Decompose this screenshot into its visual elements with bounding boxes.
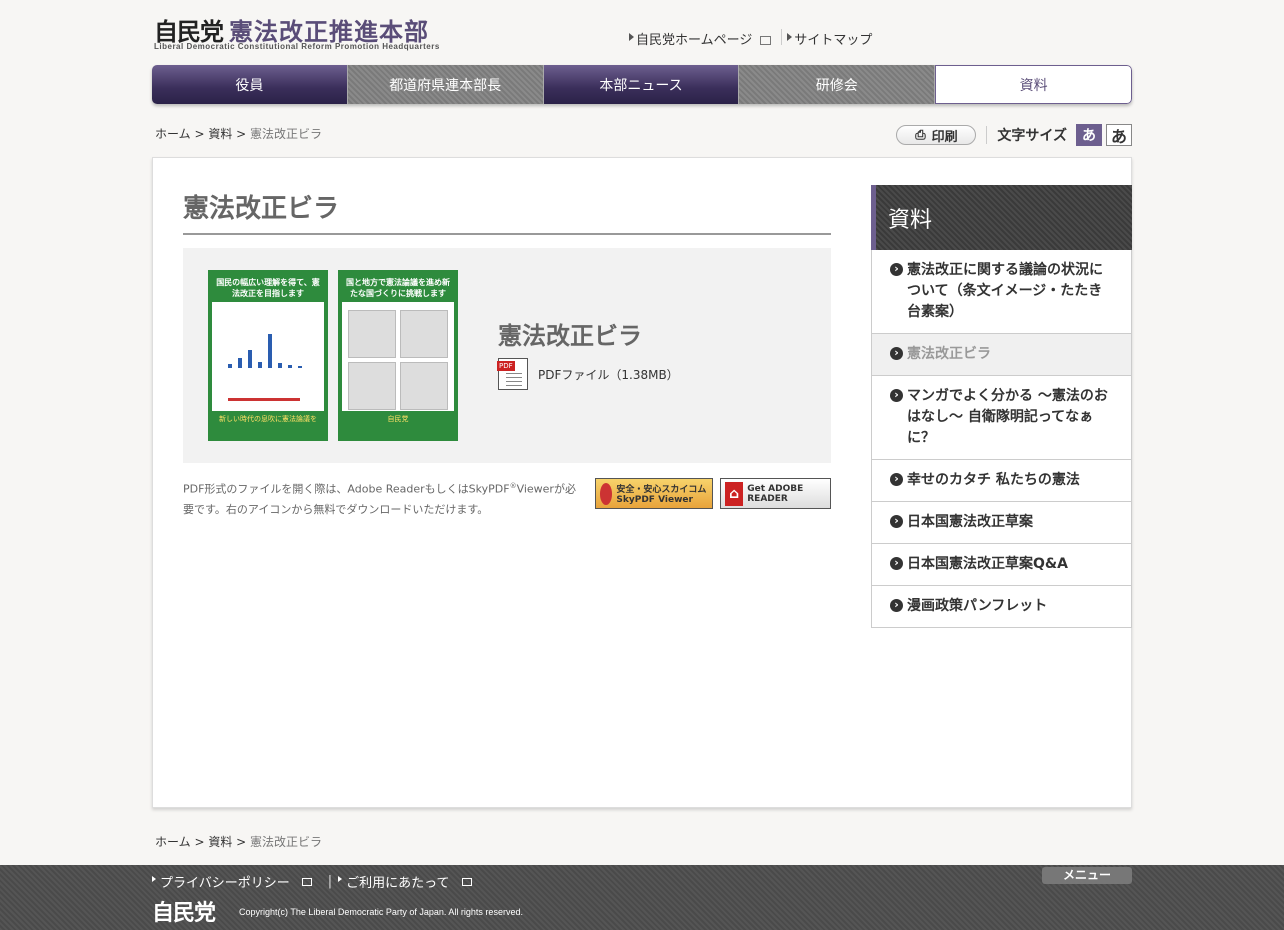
- nav-officers[interactable]: 役員: [152, 65, 348, 104]
- window-icon: [461, 877, 472, 886]
- divider: [986, 126, 988, 144]
- document-title: 憲法改正ビラ: [498, 322, 642, 350]
- pdf-download-link[interactable]: PDF PDFファイル（1.38MB）: [497, 358, 679, 390]
- print-button[interactable]: ⎙ 印刷: [896, 125, 977, 145]
- ldp-home-link[interactable]: 自民党ホームページ: [628, 29, 777, 48]
- breadcrumb-materials[interactable]: 資料: [208, 835, 232, 849]
- pdf-file-icon: PDF: [497, 358, 528, 390]
- breadcrumb-home[interactable]: ホーム: [155, 835, 191, 849]
- sidebar-item-manga-pamphlet[interactable]: 漫画政策パンフレット: [871, 586, 1132, 628]
- nav-training[interactable]: 研修会: [739, 65, 936, 104]
- sidebar-title: 資料: [871, 185, 1132, 250]
- content-box: 憲法改正ビラ 国民の幅広い理解を得て、憲法改正を目指します 新しい時代の息吹に憲…: [152, 157, 1132, 808]
- footer-links: プライバシーポリシー | ご利用にあたって: [152, 872, 482, 891]
- flyer-thumbnail-2[interactable]: 国と地方で憲法論議を進め新たな国づくりに挑戦します 自民党: [338, 270, 458, 441]
- privacy-policy-link[interactable]: プライバシーポリシー: [152, 872, 290, 891]
- nav-materials[interactable]: 資料: [935, 65, 1132, 104]
- footer: プライバシーポリシー | ご利用にあたって 自民党 Copyright(c) T…: [0, 865, 1284, 930]
- page-tools: ⎙ 印刷 文字サイズ あ あ: [896, 124, 1132, 146]
- font-size-small-button[interactable]: あ: [1076, 124, 1102, 146]
- document-panel: 国民の幅広い理解を得て、憲法改正を目指します 新しい時代の息吹に憲法論議を 国と…: [183, 248, 831, 463]
- skypdf-viewer-download-button[interactable]: 安全・安心スカイコム SkyPDF Viewer: [595, 478, 713, 509]
- sitemap-link[interactable]: サイトマップ: [786, 29, 878, 48]
- footer-logo[interactable]: 自民党: [152, 895, 216, 927]
- font-size-large-button[interactable]: あ: [1106, 124, 1132, 146]
- nav-prefecture-heads[interactable]: 都道府県連本部長: [347, 65, 544, 104]
- external-window-icon: [760, 36, 772, 45]
- sidebar-item-draft-qa[interactable]: 日本国憲法改正草案Q&A: [871, 544, 1132, 586]
- sidebar-item-flyer[interactable]: 憲法改正ビラ: [871, 334, 1132, 376]
- breadcrumb-current: 憲法改正ビラ: [250, 835, 323, 849]
- red-band: [228, 398, 300, 401]
- reader-note: PDF形式のファイルを開く際は、Adobe ReaderもしくはSkyPDF®V…: [183, 482, 576, 516]
- global-nav: 役員 都道府県連本部長 本部ニュース 研修会 資料: [152, 65, 1132, 104]
- pdf-label: PDFファイル（1.38MB）: [538, 367, 679, 382]
- skypdf-icon: [600, 482, 613, 505]
- breadcrumb-current: 憲法改正ビラ: [250, 127, 323, 141]
- terms-of-use-link[interactable]: ご利用にあたって: [338, 872, 450, 891]
- adobe-reader-download-button[interactable]: ⌂ Get ADOBE READER: [720, 478, 831, 509]
- copyright: Copyright(c) The Liberal Democratic Part…: [239, 907, 523, 917]
- sidebar-item-draft-amendment[interactable]: 日本国憲法改正草案: [871, 502, 1132, 544]
- font-size-label: 文字サイズ: [997, 128, 1067, 144]
- top-links: 自民党ホームページ サイトマップ: [628, 29, 878, 48]
- sidebar-item-shape-of-happiness[interactable]: 幸せのカタチ 私たちの憲法: [871, 460, 1132, 502]
- sidebar-item-manga-jsdf[interactable]: マンガでよく分かる ～憲法のおはなし～ 自衛隊明記ってなぁに？: [871, 376, 1132, 460]
- sidebar-item-constitution-discussion[interactable]: 憲法改正に関する議論の状況について（条文イメージ・たたき台素案）: [871, 250, 1132, 334]
- divider: [781, 29, 783, 45]
- menu-button[interactable]: メニュー: [1042, 867, 1132, 884]
- breadcrumb-bottom: ホーム > 資料 > 憲法改正ビラ: [155, 835, 323, 849]
- header: 自民党 憲法改正推進本部 Liberal Democratic Constitut…: [152, 0, 1132, 60]
- photo-grid: [348, 310, 448, 410]
- page-title: 憲法改正ビラ: [183, 188, 831, 235]
- site-logo[interactable]: 自民党 憲法改正推進本部 Liberal Democratic Constitut…: [154, 12, 439, 51]
- bar-graphic: [228, 332, 302, 368]
- breadcrumb-materials[interactable]: 資料: [208, 127, 232, 141]
- breadcrumb: ホーム > 資料 > 憲法改正ビラ: [155, 127, 323, 141]
- window-icon: [301, 877, 312, 886]
- logo-subtitle: Liberal Democratic Constitutional Reform…: [154, 42, 440, 51]
- sidebar: 資料 憲法改正に関する議論の状況について（条文イメージ・たたき台素案） 憲法改正…: [871, 185, 1132, 628]
- nav-hq-news[interactable]: 本部ニュース: [543, 65, 740, 104]
- adobe-icon: ⌂: [725, 481, 744, 506]
- printer-icon: ⎙: [915, 127, 926, 143]
- flyer-thumbnail-1[interactable]: 国民の幅広い理解を得て、憲法改正を目指します 新しい時代の息吹に憲法論議を: [208, 270, 328, 441]
- breadcrumb-home[interactable]: ホーム: [155, 127, 191, 141]
